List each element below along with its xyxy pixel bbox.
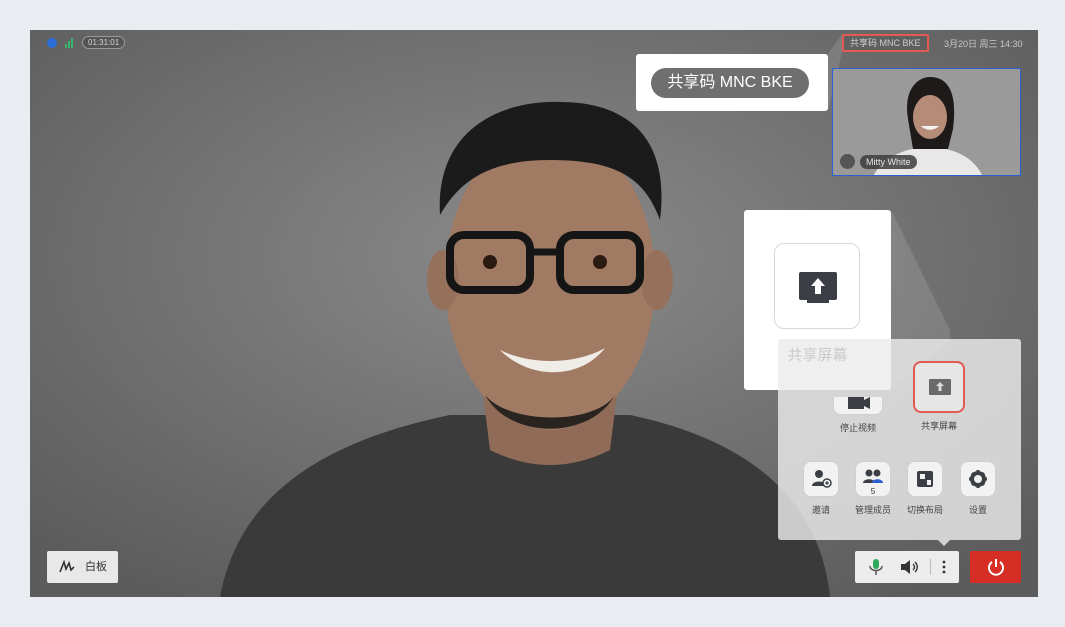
settings-label: 设置 xyxy=(968,505,987,515)
divider xyxy=(930,559,931,575)
more-menu-panel: 停止视频 共享屏幕 邀请 5 管理成员 切换布局 设置 xyxy=(778,339,1021,540)
share-code-pill: 共享码 MNC BKE xyxy=(651,68,809,98)
menu-pointer xyxy=(938,540,950,546)
share-screen-button-large[interactable] xyxy=(774,243,860,329)
call-controls xyxy=(855,551,959,583)
invite-icon xyxy=(803,461,839,497)
members-icon: 5 xyxy=(855,461,891,497)
shield-icon xyxy=(47,38,57,48)
speaker-icon[interactable] xyxy=(899,559,919,575)
gear-icon xyxy=(960,461,996,497)
invite-item[interactable]: 邀请 xyxy=(793,461,849,516)
whiteboard-label: 白板 xyxy=(85,561,107,573)
signal-icon xyxy=(65,38,75,48)
manage-members-label: 管理成员 xyxy=(854,505,891,515)
switch-layout-label: 切换布局 xyxy=(906,505,943,515)
stop-video-label: 停止视频 xyxy=(839,423,876,433)
mic-icon xyxy=(840,154,855,169)
video-stage: 01:31:01 共享码 MNC BKE 3月20日 周三 14:30 共享码 … xyxy=(30,30,1038,597)
switch-layout-item[interactable]: 切换布局 xyxy=(897,461,953,516)
manage-members-item[interactable]: 5 管理成员 xyxy=(845,461,901,516)
share-code-badge[interactable]: 共享码 MNC BKE xyxy=(842,34,929,52)
end-call-button[interactable] xyxy=(970,551,1021,583)
share-screen-icon xyxy=(799,272,837,303)
settings-item[interactable]: 设置 xyxy=(950,461,1006,516)
whiteboard-button[interactable]: 白板 xyxy=(47,551,118,583)
share-screen-menu-label: 共享屏幕 xyxy=(920,421,957,431)
call-timer: 01:31:01 xyxy=(82,36,126,49)
share-screen-icon xyxy=(913,361,965,413)
pen-icon xyxy=(59,560,75,573)
datetime: 3月20日 周三 14:30 xyxy=(944,39,1023,49)
participant-thumbnail[interactable]: Mitty White xyxy=(832,68,1021,176)
stop-video-item[interactable]: 停止视频 xyxy=(830,397,886,434)
layout-icon xyxy=(907,461,943,497)
invite-label: 邀请 xyxy=(811,505,830,515)
members-count: 5 xyxy=(870,487,876,496)
share-screen-item[interactable]: 共享屏幕 xyxy=(911,361,967,432)
participant-name: Mitty White xyxy=(860,155,917,169)
video-icon xyxy=(833,397,883,415)
power-icon xyxy=(988,559,1004,576)
mic-icon[interactable] xyxy=(868,558,884,576)
status-bar: 01:31:01 共享码 MNC BKE 3月20日 周三 14:30 xyxy=(30,30,1038,56)
share-code-callout: 共享码 MNC BKE xyxy=(636,54,828,111)
more-icon[interactable] xyxy=(939,559,949,575)
